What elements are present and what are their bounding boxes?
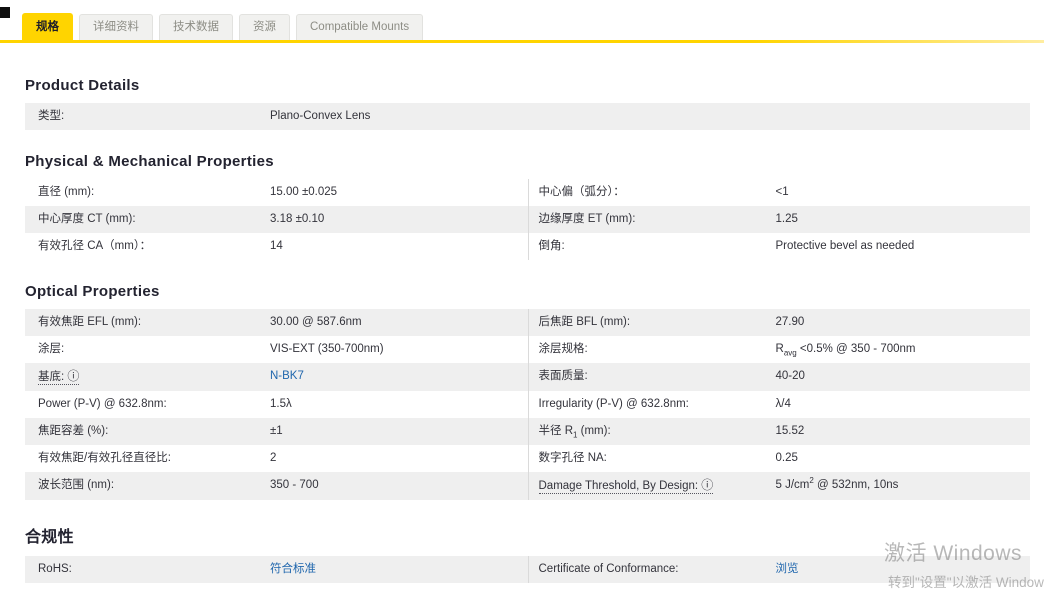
spec-value: 30.00 @ 587.6nm bbox=[270, 316, 362, 328]
spec-cell: RoHS: 符合标准 bbox=[25, 556, 528, 583]
spec-cell: 数字孔径 NA: 0.25 bbox=[527, 445, 1031, 472]
tab-compatible-mounts[interactable]: Compatible Mounts bbox=[296, 14, 424, 40]
spec-content: Product Details 类型: Plano-Convex Lens Physi… bbox=[0, 77, 1044, 583]
spec-label: 涂层: bbox=[38, 343, 65, 355]
spec-label: 中心厚度 CT (mm): bbox=[38, 213, 136, 225]
spec-page: { "colors": { "accent": "#ffd400", "link… bbox=[0, 0, 1044, 595]
spec-label: 表面质量: bbox=[538, 370, 588, 382]
spec-cell: 半径 R1 (mm): 15.52 bbox=[527, 418, 1031, 445]
spec-cell: Certificate of Conformance: 浏览 bbox=[527, 556, 1031, 583]
spec-label: Damage Threshold, By Design: ⓘ bbox=[538, 478, 714, 494]
spec-cell: 中心偏（弧分）： <1 bbox=[527, 179, 1031, 206]
spec-cell: 直径 (mm): 15.00 ±0.025 bbox=[25, 179, 528, 206]
spec-value: 5 J/cm2 @ 532nm, 10ns bbox=[775, 476, 899, 491]
spec-label: 有效焦距/有效孔径直径比: bbox=[38, 452, 171, 464]
spec-value: 350 - 700 bbox=[270, 479, 319, 491]
tab-accent-underline bbox=[0, 40, 1044, 43]
spec-cell: Irregularity (P-V) @ 632.8nm: λ/4 bbox=[527, 391, 1031, 418]
info-icon[interactable]: ⓘ bbox=[67, 369, 79, 383]
section-title-physical-mechanical-properties: Physical & Mechanical Properties bbox=[25, 153, 274, 170]
spec-label: 有效焦距 EFL (mm): bbox=[38, 316, 142, 328]
spec-value: 0.25 bbox=[775, 452, 798, 464]
spec-cell: 焦距容差 (%): ±1 bbox=[25, 418, 528, 445]
spec-row: 类型: Plano-Convex Lens bbox=[25, 103, 1030, 130]
spec-cell: 类型: Plano-Convex Lens bbox=[25, 103, 1030, 130]
spec-cell: 后焦距 BFL (mm): 27.90 bbox=[527, 309, 1031, 336]
spec-value: 3.18 ±0.10 bbox=[270, 213, 325, 225]
spec-label: 边缘厚度 ET (mm): bbox=[538, 213, 636, 225]
spec-row: 基底: ⓘ N-BK7 表面质量: 40-20 bbox=[25, 363, 1030, 391]
tab-details[interactable]: 详细资料 bbox=[79, 14, 153, 40]
spec-value-link[interactable]: N-BK7 bbox=[270, 363, 528, 391]
spec-label: 数字孔径 NA: bbox=[538, 452, 607, 464]
spec-value: 15.52 bbox=[775, 425, 805, 437]
info-icon[interactable]: ⓘ bbox=[701, 478, 713, 492]
spec-label: 基底: ⓘ bbox=[38, 369, 80, 385]
spec-cell: 有效孔径 CA（mm）： 14 bbox=[25, 233, 528, 260]
section-title-compliance: 合规性 bbox=[25, 529, 74, 546]
section-title-product-details: Product Details bbox=[25, 77, 140, 94]
spec-cell: 基底: ⓘ N-BK7 bbox=[25, 363, 528, 391]
tab-resources[interactable]: 资源 bbox=[239, 14, 290, 40]
spec-row: 有效焦距/有效孔径直径比: 2 数字孔径 NA: 0.25 bbox=[25, 445, 1030, 472]
spec-label: 有效孔径 CA（mm）： bbox=[38, 240, 152, 252]
tab-bar: 规格 详细资料 技术数据 资源 Compatible Mounts bbox=[0, 0, 1044, 43]
tab-specifications[interactable]: 规格 bbox=[22, 13, 73, 40]
section-title-optical-properties: Optical Properties bbox=[25, 283, 160, 300]
spec-cell: 涂层: VIS-EXT (350-700nm) bbox=[25, 336, 528, 363]
spec-value: Ravg <0.5% @ 350 - 700nm bbox=[775, 343, 916, 358]
spec-row: 直径 (mm): 15.00 ±0.025 中心偏（弧分）： <1 bbox=[25, 179, 1030, 206]
spec-value: ±1 bbox=[270, 425, 283, 437]
spec-label: Certificate of Conformance: bbox=[538, 563, 679, 575]
spec-value: 15.00 ±0.025 bbox=[270, 186, 338, 198]
spec-label: Irregularity (P-V) @ 632.8nm: bbox=[538, 398, 689, 410]
spec-cell: 边缘厚度 ET (mm): 1.25 bbox=[527, 206, 1031, 233]
spec-label: 涂层规格: bbox=[538, 343, 588, 355]
spec-label: 半径 R1 (mm): bbox=[538, 425, 611, 440]
spec-label: 直径 (mm): bbox=[38, 186, 95, 198]
tab-technical-data[interactable]: 技术数据 bbox=[159, 14, 233, 40]
spec-cell: 有效焦距/有效孔径直径比: 2 bbox=[25, 445, 528, 472]
spec-value-link[interactable]: 符合标准 bbox=[270, 556, 528, 583]
spec-value: VIS-EXT (350-700nm) bbox=[270, 343, 384, 355]
spec-cell: 有效焦距 EFL (mm): 30.00 @ 587.6nm bbox=[25, 309, 528, 336]
spec-cell: 波长范围 (nm): 350 - 700 bbox=[25, 472, 528, 500]
spec-value: <1 bbox=[775, 186, 789, 198]
spec-value: 1.5λ bbox=[270, 398, 292, 410]
spec-cell: Power (P-V) @ 632.8nm: 1.5λ bbox=[25, 391, 528, 418]
spec-cell: 倒角: Protective bevel as needed bbox=[527, 233, 1031, 260]
spec-value: Plano-Convex Lens bbox=[270, 110, 371, 122]
spec-value: λ/4 bbox=[775, 398, 791, 410]
spec-value: 14 bbox=[270, 240, 283, 252]
spec-value: 2 bbox=[270, 452, 277, 464]
spec-row: 涂层: VIS-EXT (350-700nm) 涂层规格: Ravg <0.5% @ … bbox=[25, 336, 1030, 363]
spec-value: 40-20 bbox=[775, 370, 805, 382]
spec-row: 焦距容差 (%): ±1 半径 R1 (mm): 15.52 bbox=[25, 418, 1030, 445]
spec-value-link[interactable]: 浏览 bbox=[776, 556, 1031, 583]
spec-label: Power (P-V) @ 632.8nm: bbox=[38, 398, 167, 410]
spec-label: RoHS: bbox=[38, 563, 72, 575]
spec-label: 倒角: bbox=[538, 240, 565, 252]
spec-cell: Damage Threshold, By Design: ⓘ 5 J/cm2 @ … bbox=[527, 472, 1031, 500]
spec-row: Power (P-V) @ 632.8nm: 1.5λ Irregularity (… bbox=[25, 391, 1030, 418]
spec-label: 焦距容差 (%): bbox=[38, 425, 109, 437]
spec-label: 类型: bbox=[38, 110, 65, 122]
spec-value: 27.90 bbox=[775, 316, 805, 328]
spec-cell: 涂层规格: Ravg <0.5% @ 350 - 700nm bbox=[527, 336, 1031, 363]
spec-cell: 中心厚度 CT (mm): 3.18 ±0.10 bbox=[25, 206, 528, 233]
spec-label: 中心偏（弧分）： bbox=[538, 186, 625, 198]
spec-label: 波长范围 (nm): bbox=[38, 479, 115, 491]
spec-row: 波长范围 (nm): 350 - 700 Damage Threshold, By … bbox=[25, 472, 1030, 500]
spec-value: 1.25 bbox=[775, 213, 798, 225]
spec-label: 后焦距 BFL (mm): bbox=[538, 316, 631, 328]
spec-cell: 表面质量: 40-20 bbox=[527, 363, 1031, 391]
spec-row: 中心厚度 CT (mm): 3.18 ±0.10 边缘厚度 ET (mm): 1.25 bbox=[25, 206, 1030, 233]
spec-value: Protective bevel as needed bbox=[775, 240, 915, 252]
spec-row: 有效孔径 CA（mm）： 14 倒角: Protective bevel as nee… bbox=[25, 233, 1030, 260]
spec-row: RoHS: 符合标准 Certificate of Conformance: 浏览 bbox=[25, 556, 1030, 583]
spec-row: 有效焦距 EFL (mm): 30.00 @ 587.6nm 后焦距 BFL (mm… bbox=[25, 309, 1030, 336]
